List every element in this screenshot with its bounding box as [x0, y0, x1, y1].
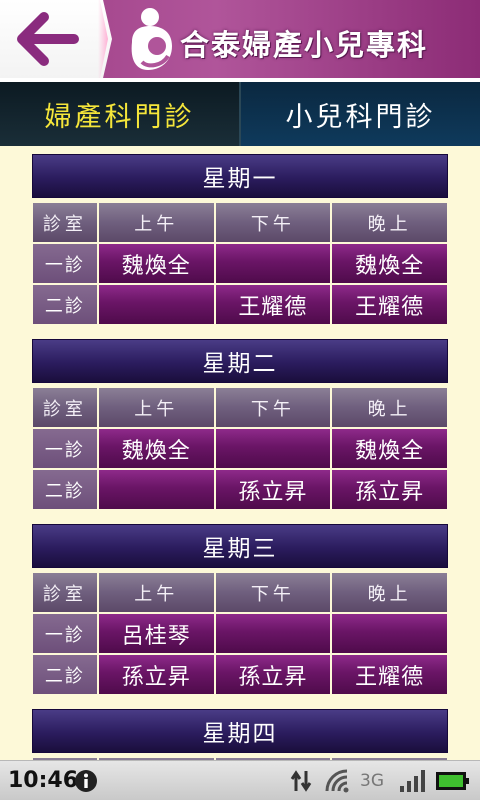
column-header-evening: 晚上	[332, 388, 447, 427]
table-row: 一診 魏煥全 魏煥全	[32, 428, 448, 469]
day-block-tuesday: 星期二 診室 上午 下午 晚上 一診 魏煥全 魏煥全 二診 孫立昇 孫立昇	[32, 339, 448, 510]
day-header: 星期三	[32, 524, 448, 568]
doctor-cell[interactable]	[98, 470, 214, 509]
doctor-cell[interactable]: 魏煥全	[98, 244, 214, 283]
room-label: 一診	[33, 429, 97, 468]
tab-obgyn-clinic[interactable]: 婦產科門診	[0, 82, 241, 146]
column-header-evening: 晚上	[332, 573, 447, 612]
back-button[interactable]	[0, 0, 112, 78]
data-transfer-icon	[290, 770, 312, 792]
mother-child-logo-icon	[131, 8, 172, 70]
column-header-afternoon: 下午	[215, 203, 331, 242]
column-header-afternoon: 下午	[215, 388, 331, 427]
table-row: 一診 魏煥全 魏煥全	[32, 243, 448, 284]
doctor-cell[interactable]: 魏煥全	[332, 244, 447, 283]
day-header: 星期二	[32, 339, 448, 383]
column-header-afternoon: 下午	[215, 573, 331, 612]
doctor-cell[interactable]: 呂桂琴	[98, 614, 214, 653]
table-header-row: 診室 上午 下午 晚上	[32, 572, 448, 613]
doctor-cell[interactable]: 王耀德	[215, 285, 331, 324]
doctor-cell[interactable]	[215, 614, 331, 653]
doctor-cell[interactable]: 魏煥全	[332, 429, 447, 468]
app-header: 合泰婦產小兒專科	[0, 0, 480, 78]
room-label: 二診	[33, 470, 97, 509]
table-row: 二診 王耀德 王耀德	[32, 284, 448, 325]
doctor-cell[interactable]	[98, 285, 214, 324]
column-header-morning: 上午	[98, 573, 214, 612]
doctor-cell[interactable]: 孫立昇	[98, 655, 214, 694]
column-header-room: 診室	[33, 388, 97, 427]
back-arrow-icon	[17, 12, 79, 66]
status-bar: 10:46 3G	[0, 760, 480, 800]
room-label: 一診	[33, 244, 97, 283]
wifi-icon	[325, 769, 349, 793]
column-header-evening: 晚上	[332, 203, 447, 242]
room-label: 二診	[33, 655, 97, 694]
doctor-cell[interactable]	[332, 614, 447, 653]
signal-icon	[400, 770, 425, 792]
doctor-cell[interactable]: 孫立昇	[332, 470, 447, 509]
brand: 合泰婦產小兒專科	[122, 4, 478, 76]
day-header: 星期四	[32, 709, 448, 753]
battery-icon	[436, 772, 469, 790]
room-label: 一診	[33, 614, 97, 653]
doctor-cell[interactable]: 王耀德	[332, 285, 447, 324]
table-row: 一診 呂桂琴	[32, 613, 448, 654]
schedule-scroll-area[interactable]: 星期一 診室 上午 下午 晚上 一診 魏煥全 魏煥全 二診 王耀德 王耀德 星期…	[0, 146, 480, 760]
doctor-cell[interactable]: 魏煥全	[98, 429, 214, 468]
day-block-monday: 星期一 診室 上午 下午 晚上 一診 魏煥全 魏煥全 二診 王耀德 王耀德	[32, 154, 448, 325]
clock: 10:46	[8, 768, 79, 793]
doctor-cell[interactable]: 孫立昇	[215, 470, 331, 509]
app-title: 合泰婦產小兒專科	[180, 28, 429, 62]
day-block-thursday: 星期四	[32, 709, 448, 760]
tab-pediatrics-clinic[interactable]: 小兒科門診	[241, 82, 480, 146]
info-icon	[75, 770, 97, 792]
table-header-row: 診室 上午 下午 晚上	[32, 202, 448, 243]
column-header-room: 診室	[33, 573, 97, 612]
table-header-row: 診室 上午 下午 晚上	[32, 387, 448, 428]
department-tabs: 婦產科門診 小兒科門診	[0, 82, 480, 146]
column-header-morning: 上午	[98, 203, 214, 242]
day-block-wednesday: 星期三 診室 上午 下午 晚上 一診 呂桂琴 二診 孫立昇 孫立昇 王耀德	[32, 524, 448, 695]
table-row: 二診 孫立昇 孫立昇	[32, 469, 448, 510]
doctor-cell[interactable]	[215, 244, 331, 283]
day-header: 星期一	[32, 154, 448, 198]
column-header-room: 診室	[33, 203, 97, 242]
column-header-morning: 上午	[98, 388, 214, 427]
weekly-schedule: 星期一 診室 上午 下午 晚上 一診 魏煥全 魏煥全 二診 王耀德 王耀德 星期…	[32, 154, 448, 760]
doctor-cell[interactable]: 孫立昇	[215, 655, 331, 694]
table-row: 二診 孫立昇 孫立昇 王耀德	[32, 654, 448, 695]
network-type-label: 3G	[360, 771, 384, 791]
doctor-cell[interactable]	[215, 429, 331, 468]
room-label: 二診	[33, 285, 97, 324]
doctor-cell[interactable]: 王耀德	[332, 655, 447, 694]
